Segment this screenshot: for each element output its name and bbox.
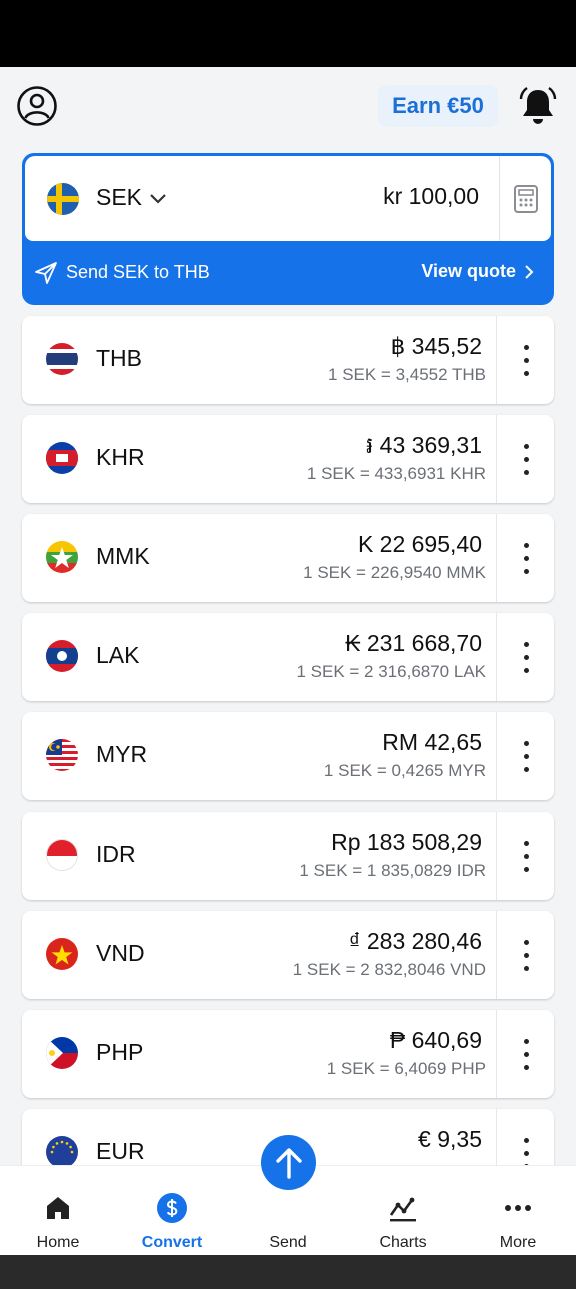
converted-amount: ₭ 231 668,70: [345, 630, 482, 656]
exchange-rate: 1 SEK = 226,9540 MMK: [303, 563, 486, 582]
currency-code: KHR: [96, 444, 145, 470]
divider: [499, 156, 500, 241]
converted-amount: Rp 183 508,29: [331, 829, 482, 855]
more-options-icon[interactable]: [498, 712, 554, 800]
converted-amount: ៛ 43 369,31: [365, 432, 482, 458]
more-options-icon[interactable]: [498, 812, 554, 900]
app-screen: Earn €50 SEK kr 100,00 Send SEK to THB V…: [0, 67, 576, 1255]
source-amount-panel: SEK kr 100,00: [25, 156, 551, 241]
divider: [496, 316, 497, 404]
exchange-rate: 1 SEK = 2 832,8046 VND: [292, 960, 486, 979]
vietnam-flag-icon: [46, 938, 78, 970]
rate-row-khr[interactable]: KHR ៛ 43 369,31 1 SEK = 433,6931 KHR: [22, 415, 554, 503]
view-quote-link[interactable]: View quote: [421, 261, 534, 282]
indonesia-flag-icon: [46, 839, 78, 871]
cambodia-flag-icon: [46, 442, 78, 474]
rate-row-mmk[interactable]: MMK K 22 695,40 1 SEK = 226,9540 MMK: [22, 514, 554, 602]
source-amount-input[interactable]: kr 100,00: [383, 183, 479, 210]
send-arrow-icon: [261, 1135, 316, 1190]
nav-convert-label: Convert: [141, 1234, 203, 1251]
rate-row-idr[interactable]: IDR Rp 183 508,29 1 SEK = 1 835,0829 IDR: [22, 812, 554, 900]
system-navigation-bar: [0, 1255, 576, 1289]
chevron-right-icon: [525, 264, 534, 279]
rate-row-thb[interactable]: THB ฿ 345,52 1 SEK = 3,4552 THB: [22, 316, 554, 404]
chart-line-icon: [387, 1192, 419, 1224]
more-horizontal-icon: [502, 1192, 534, 1224]
converted-amount: K 22 695,40: [357, 531, 482, 557]
nav-charts[interactable]: Charts: [357, 1166, 449, 1255]
thailand-flag-icon: [46, 343, 78, 375]
earn-referral-button[interactable]: Earn €50: [378, 85, 498, 127]
nav-send[interactable]: Send: [242, 1135, 334, 1255]
sweden-flag-icon: [47, 183, 79, 215]
more-options-icon[interactable]: [498, 514, 554, 602]
currency-code: LAK: [96, 642, 140, 668]
rate-row-php[interactable]: PHP ₱ 640,69 1 SEK = 6,4069 PHP: [22, 1010, 554, 1098]
profile-icon[interactable]: [16, 85, 58, 127]
rate-row-myr[interactable]: MYR RM 42,65 1 SEK = 0,4265 MYR: [22, 712, 554, 800]
calculator-icon[interactable]: [501, 156, 551, 241]
nav-send-label: Send: [269, 1234, 307, 1251]
bottom-navigation: Home Convert Send Charts More: [0, 1135, 576, 1255]
currency-code: MYR: [96, 741, 148, 767]
converted-amount: ₫ 283 280,46: [348, 928, 482, 954]
laos-flag-icon: [46, 640, 78, 672]
philippines-flag-icon: [46, 1037, 78, 1069]
currency-code: EUR: [96, 1138, 145, 1164]
nav-home-label: Home: [36, 1234, 80, 1251]
exchange-rate: 1 SEK = 433,6931 KHR: [306, 464, 486, 483]
exchange-rate: 1 SEK = 3,4552 THB: [328, 365, 486, 384]
exchange-rate: 1 SEK = 2 316,6870 LAK: [296, 662, 486, 681]
rate-row-lak[interactable]: LAK ₭ 231 668,70 1 SEK = 2 316,6870 LAK: [22, 613, 554, 701]
currency-code: THB: [96, 345, 142, 371]
more-options-icon[interactable]: [498, 613, 554, 701]
more-options-icon[interactable]: [498, 911, 554, 999]
divider: [496, 911, 497, 999]
more-options-icon[interactable]: [498, 1010, 554, 1098]
malaysia-flag-icon: [46, 739, 78, 771]
currency-code: IDR: [96, 841, 136, 867]
more-options-icon[interactable]: [498, 415, 554, 503]
source-currency-selector[interactable]: SEK: [96, 184, 142, 211]
currency-code: MMK: [96, 543, 150, 569]
home-icon: [42, 1192, 74, 1224]
divider: [496, 1010, 497, 1098]
source-currency-card: SEK kr 100,00 Send SEK to THB View quote: [22, 153, 554, 305]
eu-flag-icon: [46, 1136, 78, 1168]
nav-more[interactable]: More: [472, 1166, 564, 1255]
nav-more-label: More: [499, 1234, 537, 1251]
status-bar: [0, 0, 576, 67]
converted-amount: ฿ 345,52: [390, 333, 482, 359]
divider: [496, 613, 497, 701]
send-pair-label: Send SEK to THB: [66, 262, 210, 282]
converted-amount: € 9,35: [418, 1126, 482, 1152]
converted-amount: RM 42,65: [382, 729, 482, 755]
nav-home[interactable]: Home: [12, 1166, 104, 1255]
chevron-down-icon[interactable]: [149, 192, 167, 206]
send-quote-bar[interactable]: Send SEK to THB View quote: [22, 241, 554, 305]
exchange-rate: 1 SEK = 6,4069 PHP: [326, 1059, 486, 1078]
view-quote-label: View quote: [421, 261, 516, 281]
exchange-rate: 1 SEK = 0,4265 MYR: [323, 761, 486, 780]
divider: [496, 712, 497, 800]
divider: [496, 514, 497, 602]
paper-plane-icon: [34, 261, 58, 285]
converted-amount: ₱ 640,69: [389, 1027, 482, 1053]
bell-icon[interactable]: [518, 85, 558, 127]
exchange-rate: 1 SEK = 1 835,0829 IDR: [299, 861, 486, 880]
header: Earn €50: [0, 67, 576, 147]
divider: [496, 415, 497, 503]
more-options-icon[interactable]: [498, 316, 554, 404]
nav-charts-label: Charts: [379, 1234, 427, 1251]
myanmar-flag-icon: [46, 541, 78, 573]
rate-row-vnd[interactable]: VND ₫ 283 280,46 1 SEK = 2 832,8046 VND: [22, 911, 554, 999]
currency-code: VND: [96, 940, 145, 966]
convert-coin-icon: [156, 1192, 188, 1224]
currency-code: PHP: [96, 1039, 144, 1065]
divider: [496, 812, 497, 900]
nav-convert[interactable]: Convert: [126, 1166, 218, 1255]
